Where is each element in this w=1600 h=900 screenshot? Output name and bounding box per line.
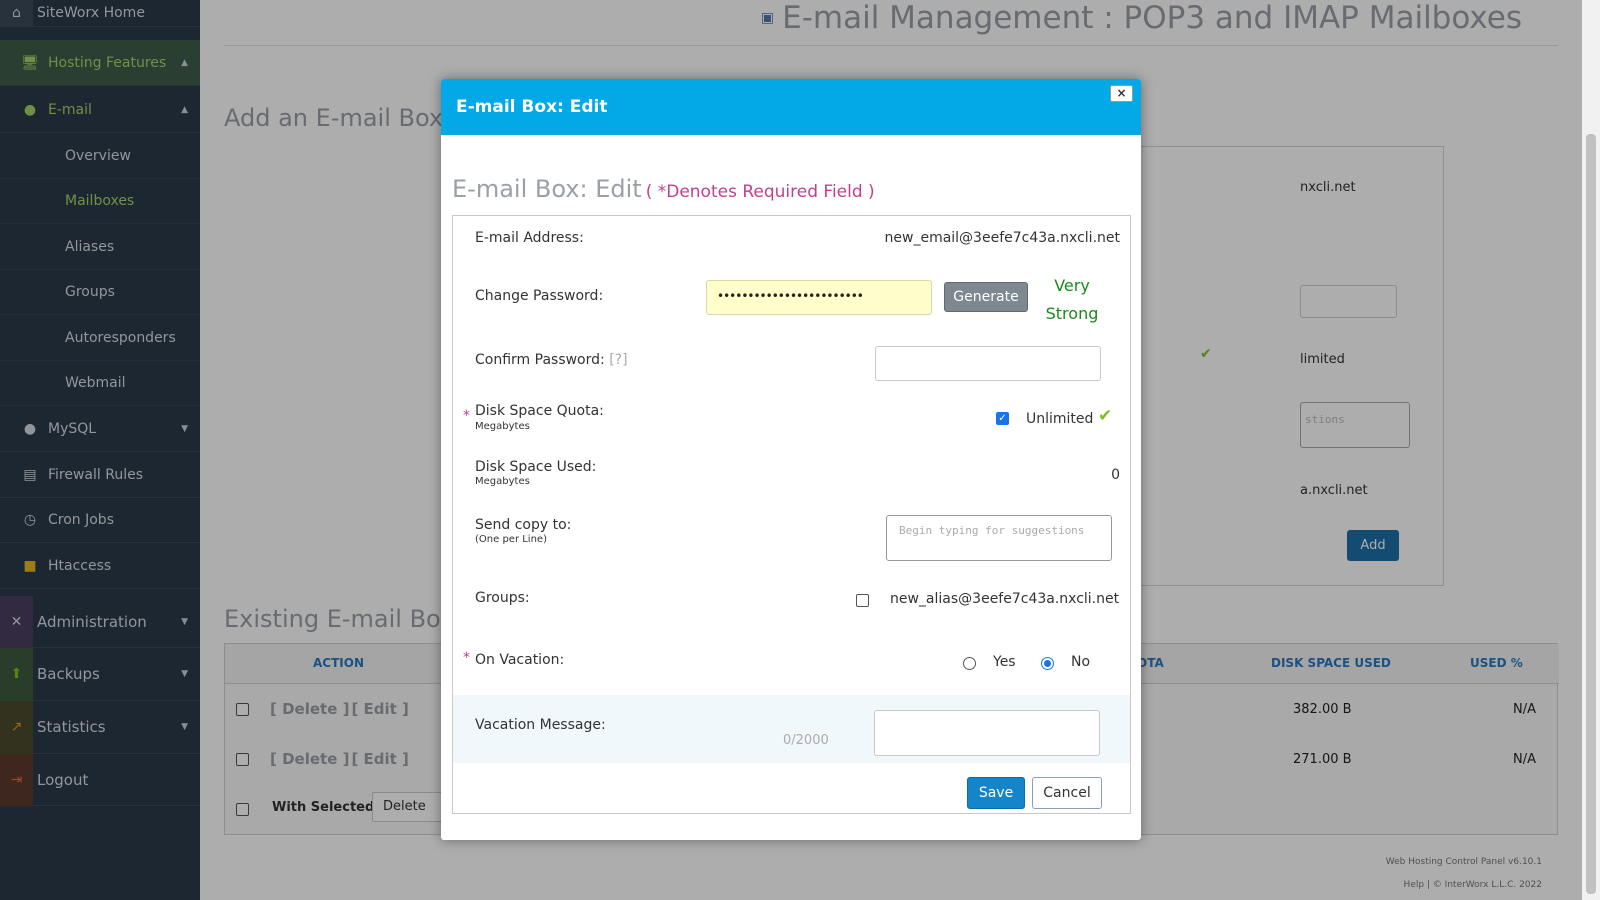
password-strength: Very Strong [1045, 276, 1099, 323]
send-copy-hint: (One per Line) [475, 534, 547, 545]
groups-label: Groups: [475, 590, 530, 606]
scrollbar[interactable] [1582, 0, 1600, 900]
disk-used-value: 0 [1111, 467, 1120, 483]
character-counter: 0/2000 [783, 733, 829, 748]
close-button[interactable]: × [1110, 85, 1133, 102]
form-heading: E-mail Box: Edit( *Denotes Required Fiel… [452, 175, 875, 203]
group-checkbox[interactable] [856, 594, 869, 607]
password-input[interactable]: •••••••••••••••••••••••• [706, 280, 932, 315]
vacation-message-textarea[interactable] [874, 710, 1100, 756]
disk-quota-unit: Megabytes [475, 421, 530, 432]
on-vacation-label: On Vacation: [475, 652, 565, 668]
generate-button[interactable]: Generate [944, 282, 1028, 312]
vacation-yes-radio[interactable] [963, 657, 976, 670]
help-link[interactable]: [?] [609, 352, 627, 368]
disk-used-unit: Megabytes [475, 476, 530, 487]
dialog-header: E-mail Box: Edit × [441, 79, 1141, 135]
dialog-title: E-mail Box: Edit [456, 97, 608, 117]
save-button[interactable]: Save [967, 777, 1025, 809]
send-copy-textarea[interactable]: Begin typing for suggestions [886, 515, 1112, 561]
required-star: * [463, 408, 470, 424]
disk-used-label: Disk Space Used: [475, 459, 597, 475]
vacation-no-radio[interactable] [1041, 657, 1054, 670]
vacation-no-label: No [1071, 654, 1091, 670]
required-star: * [463, 650, 470, 666]
edit-form: E-mail Address: new_email@3eefe7c43a.nxc… [452, 215, 1131, 814]
confirm-password-label: Confirm Password: [?] [475, 352, 628, 368]
disk-quota-label: Disk Space Quota: [475, 403, 604, 419]
check-icon: ✔ [1098, 406, 1113, 426]
edit-mailbox-dialog: E-mail Box: Edit × E-mail Box: Edit( *De… [441, 79, 1141, 840]
label-text: Confirm Password: [475, 352, 605, 368]
form-heading-text: E-mail Box: Edit [452, 175, 642, 203]
unlimited-label: Unlimited [1026, 411, 1094, 427]
confirm-password-input[interactable] [875, 346, 1101, 381]
scrollbar-thumb[interactable] [1586, 134, 1596, 894]
required-note: ( *Denotes Required Field ) [645, 182, 875, 202]
email-address-label: E-mail Address: [475, 230, 584, 246]
vacation-message-label: Vacation Message: [475, 717, 606, 733]
change-password-label: Change Password: [475, 288, 604, 304]
cancel-button[interactable]: Cancel [1032, 777, 1102, 809]
unlimited-checkbox[interactable]: ✓ [996, 412, 1009, 425]
vacation-yes-label: Yes [993, 654, 1016, 670]
email-address-value: new_email@3eefe7c43a.nxcli.net [884, 230, 1120, 246]
group-option-label: new_alias@3eefe7c43a.nxcli.net [890, 591, 1120, 607]
send-copy-label: Send copy to: [475, 517, 572, 533]
